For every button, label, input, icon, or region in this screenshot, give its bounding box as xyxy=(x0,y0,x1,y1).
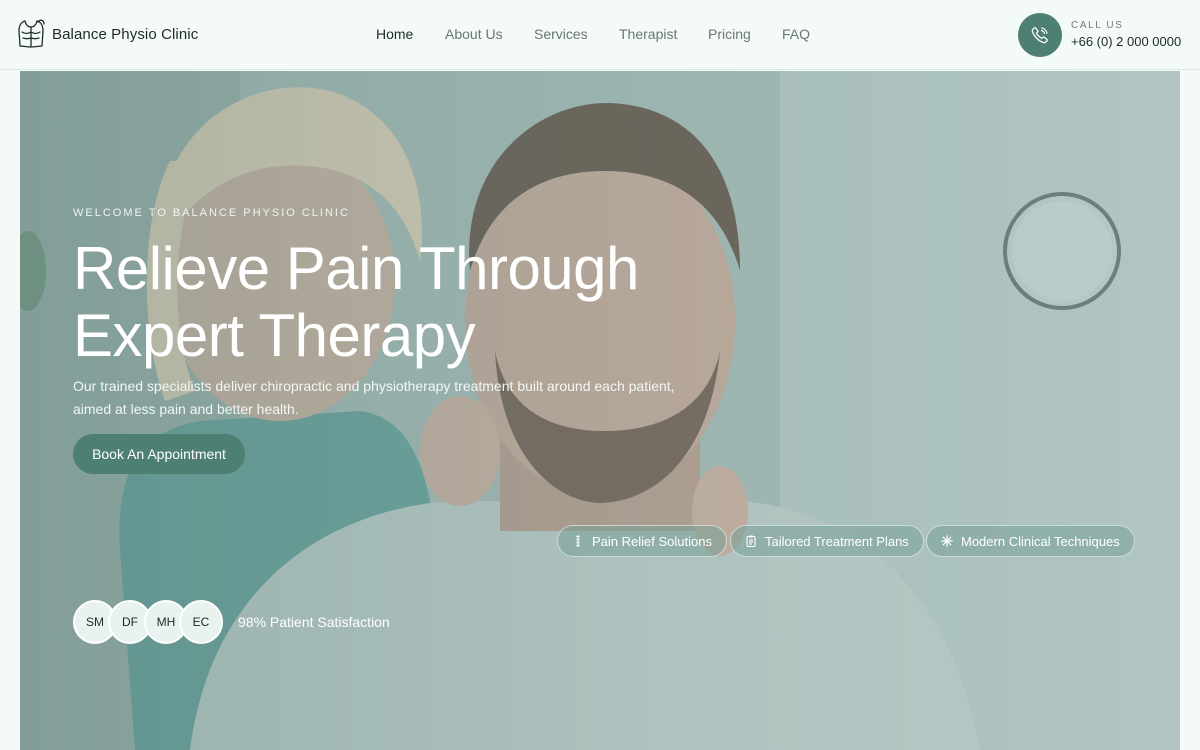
feature-pill-label: Pain Relief Solutions xyxy=(592,533,712,549)
hero-headline-line-1: Relieve Pain Through xyxy=(73,235,639,302)
nav-item-pricing[interactable]: Pricing xyxy=(708,26,751,42)
spine-icon xyxy=(576,535,580,547)
avatar: EC xyxy=(179,600,223,644)
nav-item-faq[interactable]: FAQ xyxy=(782,26,810,42)
nav-item-therapist[interactable]: Therapist xyxy=(619,26,677,42)
patient-avatar-group: SM DF MH EC xyxy=(73,600,233,644)
hero-headline: Relieve Pain Through Expert Therapy xyxy=(73,235,713,369)
hero-description: Our trained specialists deliver chiropra… xyxy=(73,378,675,417)
feature-pill-clinical-techniques[interactable]: Modern Clinical Techniques xyxy=(926,525,1135,557)
hero-headline-line-2: Expert Therapy xyxy=(73,302,476,369)
feature-pill-label: Tailored Treatment Plans xyxy=(765,533,909,549)
phone-icon xyxy=(1031,27,1048,44)
physio-torso-icon xyxy=(18,19,45,48)
satisfaction-stat: 98% Patient Satisfaction xyxy=(238,614,390,630)
feature-pill-label: Modern Clinical Techniques xyxy=(961,533,1120,549)
nav-item-services[interactable]: Services xyxy=(534,26,588,42)
feature-pill-treatment-plans[interactable]: Tailored Treatment Plans xyxy=(730,525,924,557)
nav-item-home[interactable]: Home xyxy=(376,26,413,42)
sparkle-icon xyxy=(941,535,953,547)
hero-eyebrow: WELCOME TO BALANCE PHYSIO CLINIC xyxy=(73,207,350,219)
site-header: Balance Physio Clinic Home About Us Serv… xyxy=(0,0,1200,70)
call-us-label: CALL US xyxy=(1071,20,1124,31)
nav-item-about-us[interactable]: About Us xyxy=(445,26,503,42)
brand-name: Balance Physio Clinic xyxy=(52,25,199,43)
call-button[interactable] xyxy=(1018,13,1062,57)
clipboard-icon xyxy=(746,535,756,547)
hero-section: WELCOME TO BALANCE PHYSIO CLINIC Relieve… xyxy=(20,71,1180,750)
phone-number-link[interactable]: +66 (0) 2 000 0000 xyxy=(1071,34,1181,49)
brand-logo-link[interactable]: Balance Physio Clinic xyxy=(16,18,198,50)
feature-pill-pain-relief[interactable]: Pain Relief Solutions xyxy=(557,525,727,557)
book-appointment-button[interactable]: Book An Appointment xyxy=(73,434,245,474)
